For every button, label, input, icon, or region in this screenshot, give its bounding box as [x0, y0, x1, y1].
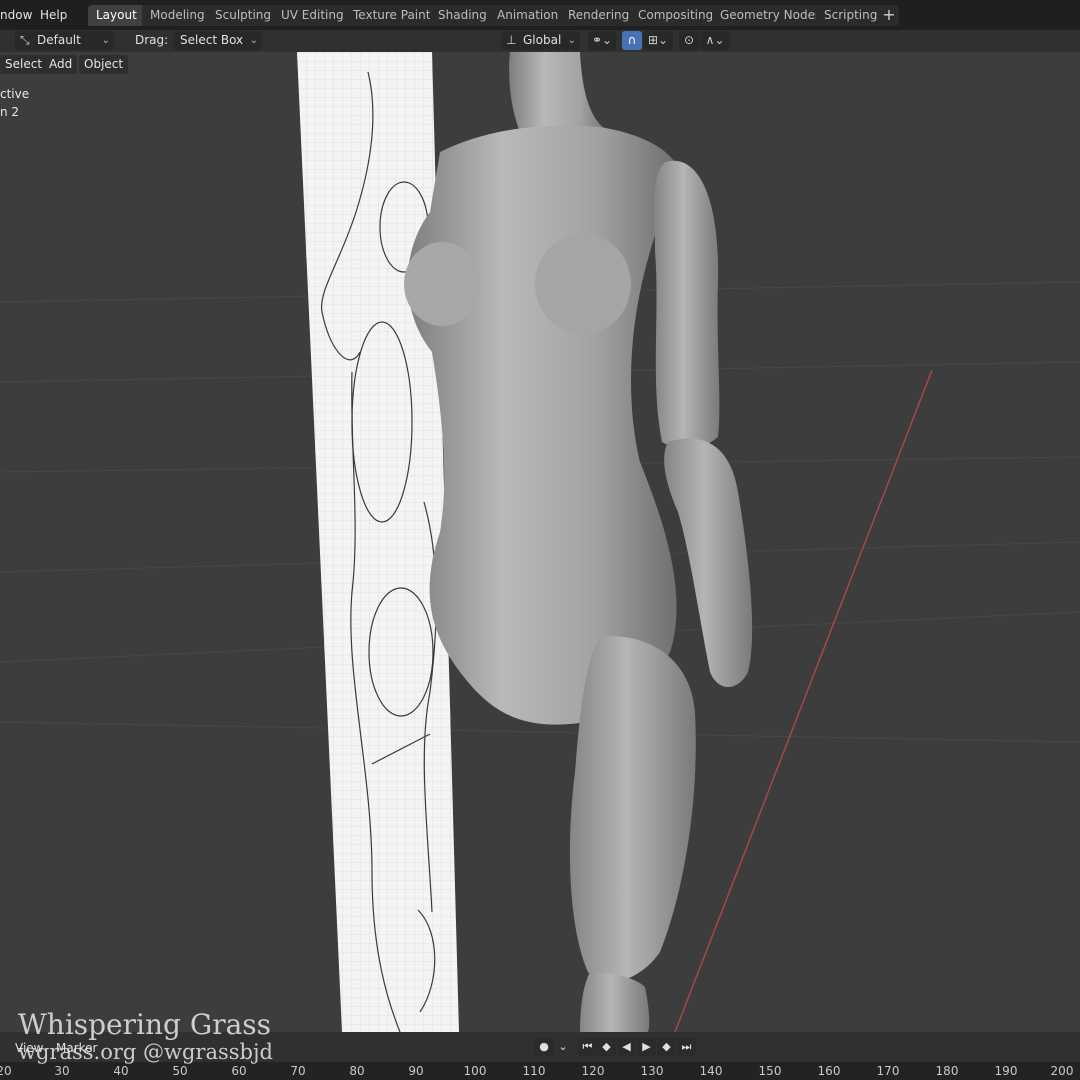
jump-start-button[interactable]: ⏮ [578, 1038, 597, 1056]
sculpt-figure [404, 52, 753, 1032]
frame-tick: 150 [758, 1064, 782, 1078]
frame-tick: 110 [522, 1064, 546, 1078]
proportional-edit-icon: ⊙ [683, 33, 695, 47]
falloff-dropdown[interactable]: ∧⌄ [700, 31, 730, 50]
next-keyframe-icon: ◆ [662, 1040, 671, 1053]
play-button[interactable]: ▶ [637, 1038, 656, 1056]
top-menu-bar: ndow Help Layout Modeling Sculpting UV E… [0, 0, 1080, 30]
orientation-value: Default [37, 33, 81, 47]
record-icon: ● [539, 1040, 549, 1053]
tab-texture-paint[interactable]: Texture Paint [345, 5, 439, 26]
3d-viewport[interactable] [0, 52, 1080, 1032]
prev-keyframe-icon: ◆ [602, 1040, 611, 1053]
tab-rendering[interactable]: Rendering [560, 5, 638, 26]
snap-increment-icon: ⊞⌄ [647, 33, 669, 47]
prev-keyframe-button[interactable]: ◆ [597, 1038, 616, 1056]
frame-tick: 140 [699, 1064, 723, 1078]
jump-end-button[interactable]: ⏭ [677, 1038, 696, 1056]
tab-animation[interactable]: Animation [489, 5, 567, 26]
menu-window[interactable]: ndow [0, 6, 32, 24]
add-workspace-button[interactable]: + [879, 5, 899, 26]
proportional-edit-toggle[interactable]: ⊙ [679, 31, 699, 50]
frame-tick: 40 [113, 1064, 129, 1078]
frame-tick: 170 [876, 1064, 900, 1078]
menu-help[interactable]: Help [40, 6, 67, 24]
snap-target-dropdown[interactable]: ⊞⌄ [643, 31, 673, 50]
chevron-down-icon: ⌄ [567, 35, 576, 46]
frame-tick: 100 [463, 1064, 487, 1078]
tab-shading[interactable]: Shading [430, 5, 495, 26]
menu-object[interactable]: Object [79, 55, 129, 74]
chevron-down-icon: ⌄ [558, 1040, 568, 1053]
tab-uv-editing[interactable]: UV Editing [273, 5, 352, 26]
orientation-dropdown[interactable]: ⤡ Default ⌄ [15, 31, 114, 50]
orientation-icon: ⤡ [20, 33, 30, 47]
frame-tick: 20 [0, 1064, 12, 1078]
drag-label: Drag: [135, 33, 169, 47]
viewport-info-line2: n 2 [0, 105, 20, 119]
play-icon: ▶ [642, 1040, 651, 1053]
timeline-ruler[interactable]: 20 30 40 50 60 70 80 90 100 110 120 130 … [0, 1062, 1080, 1080]
frame-tick: 130 [640, 1064, 664, 1078]
record-button[interactable]: ● [534, 1038, 554, 1056]
link-icon: ⚭⌄ [591, 33, 613, 47]
play-reverse-button[interactable]: ◀ [617, 1038, 636, 1056]
watermark-handle: wgrass.org @wgrassbjd [18, 1040, 273, 1064]
frame-tick: 60 [231, 1064, 247, 1078]
next-keyframe-button[interactable]: ◆ [657, 1038, 676, 1056]
tab-compositing[interactable]: Compositing [630, 5, 722, 26]
transform-orientation-value: Global [523, 33, 562, 47]
frame-tick: 180 [935, 1064, 959, 1078]
menu-add[interactable]: Add [44, 55, 78, 74]
falloff-curve-icon: ∧⌄ [705, 33, 725, 47]
frame-tick: 200 [1050, 1064, 1074, 1078]
frame-tick: 160 [817, 1064, 841, 1078]
frame-tick: 190 [994, 1064, 1018, 1078]
frame-tick: 70 [290, 1064, 306, 1078]
magnet-icon: ∩ [627, 33, 637, 47]
tab-layout[interactable]: Layout [88, 5, 145, 26]
play-reverse-icon: ◀ [622, 1040, 631, 1053]
drag-dropdown[interactable]: Select Box ⌄ [173, 31, 262, 50]
jump-end-icon: ⏭ [681, 1040, 692, 1053]
frame-tick: 30 [54, 1064, 70, 1078]
keying-dropdown[interactable]: ⌄ [556, 1038, 570, 1056]
jump-start-icon: ⏮ [582, 1040, 593, 1053]
tab-modeling[interactable]: Modeling [142, 5, 213, 26]
frame-tick: 120 [581, 1064, 605, 1078]
tab-scripting[interactable]: Scripting [816, 5, 886, 26]
viewport-info-line1: ctive [0, 87, 30, 101]
tool-settings-bar: ⤡ Default ⌄ Drag: Select Box ⌄ ⊥ Global … [0, 30, 1080, 52]
viewport-scene [0, 52, 1080, 1032]
tab-geometry-nodes[interactable]: Geometry Nodes [712, 5, 830, 26]
frame-tick: 50 [172, 1064, 188, 1078]
watermark-title: Whispering Grass [18, 1008, 272, 1041]
frame-tick: 80 [349, 1064, 365, 1078]
pivot-point-button[interactable]: ⚭⌄ [588, 31, 616, 50]
chevron-down-icon: ⌄ [101, 35, 110, 46]
transform-axes-icon: ⊥ [506, 33, 517, 47]
snap-toggle[interactable]: ∩ [622, 31, 642, 50]
tab-sculpting[interactable]: Sculpting [207, 5, 280, 26]
drag-value: Select Box [180, 33, 244, 47]
frame-tick: 90 [408, 1064, 424, 1078]
transform-orientation-dropdown[interactable]: ⊥ Global ⌄ [501, 31, 580, 50]
chevron-down-icon: ⌄ [249, 35, 258, 46]
menu-select[interactable]: Select [0, 55, 48, 74]
